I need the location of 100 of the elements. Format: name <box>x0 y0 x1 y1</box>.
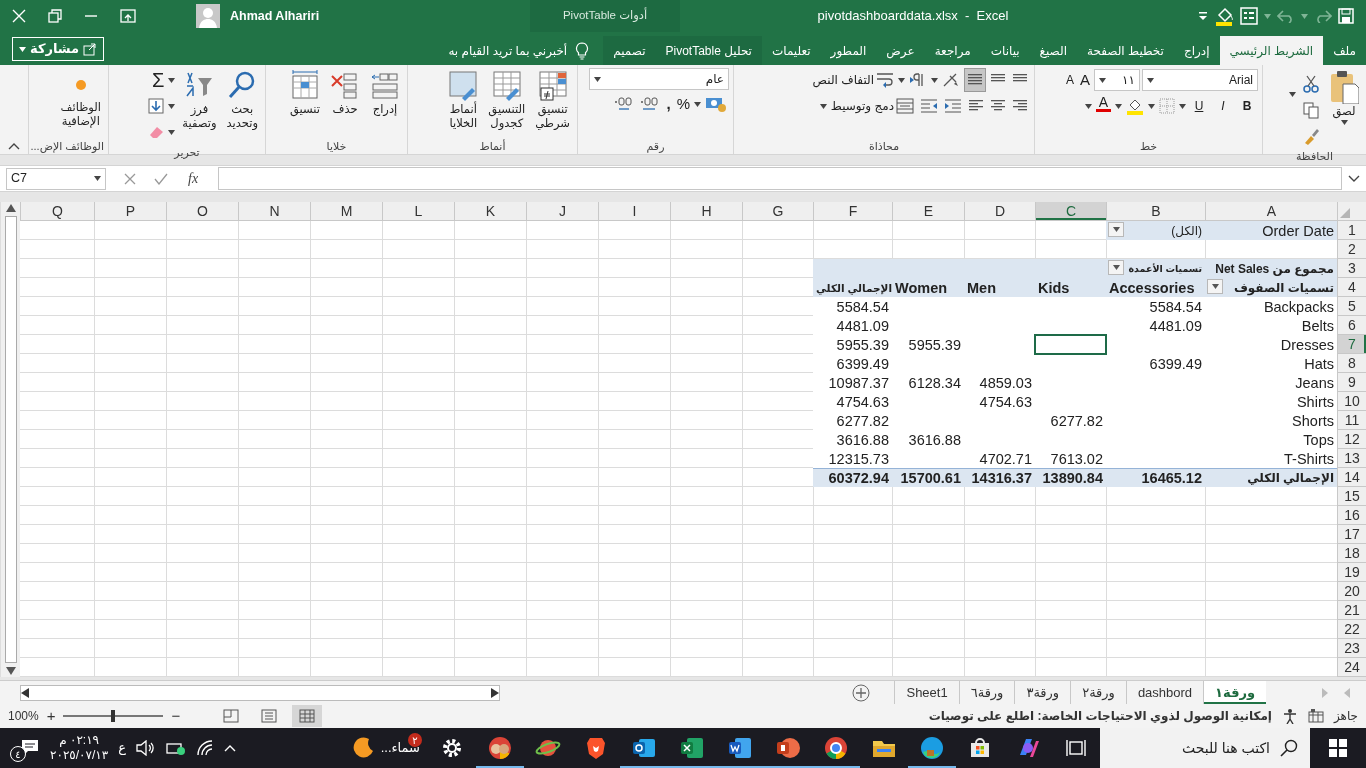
merge-center-button[interactable]: دمج وتوسيط <box>828 94 916 118</box>
row-header[interactable]: 4 <box>1337 278 1366 297</box>
taskbar-search-field[interactable]: اكتب هنا للبحث <box>1100 728 1310 768</box>
column-header[interactable]: L <box>382 202 454 221</box>
scroll-up-icon[interactable] <box>5 204 16 212</box>
format-cells-button[interactable]: تنسيق <box>287 68 323 118</box>
undo-icon[interactable] <box>1277 9 1295 23</box>
ribbon-tab[interactable]: تخطيط الصفحة <box>1077 36 1174 65</box>
row-header[interactable]: 21 <box>1337 601 1366 620</box>
notifications-button[interactable]: ٤ <box>10 732 40 764</box>
tell-me-text[interactable]: أخبرني بما تريد القيام به <box>448 41 568 60</box>
input-language[interactable]: ع <box>118 738 126 758</box>
customize-icon[interactable] <box>1198 11 1208 21</box>
column-header[interactable]: B <box>1106 202 1205 221</box>
ribbon-tab[interactable]: بيانات <box>980 36 1030 65</box>
caret-icon[interactable] <box>168 129 176 135</box>
grow-font-button[interactable]: A <box>1078 68 1092 92</box>
zoom-in-button[interactable]: + <box>46 704 56 728</box>
column-header[interactable]: F <box>813 202 892 221</box>
font-color-button[interactable]: A <box>1093 94 1113 118</box>
comma-style-button[interactable]: , <box>664 92 673 116</box>
filter-dropdown-button[interactable] <box>1207 279 1223 294</box>
row-header[interactable]: 16 <box>1337 506 1366 525</box>
column-header[interactable]: Q <box>20 202 94 221</box>
percent-button[interactable]: % <box>674 92 692 116</box>
caret-icon[interactable] <box>19 46 26 52</box>
ribbon-tab[interactable]: إدراج <box>1173 36 1220 65</box>
filter-dropdown-button[interactable] <box>1108 222 1124 237</box>
ribbon-tab[interactable]: الصيغ <box>1029 36 1077 65</box>
caret-icon[interactable] <box>931 77 938 83</box>
ribbon-tab[interactable]: ملف <box>1323 36 1366 65</box>
row-header[interactable]: 6 <box>1337 316 1366 335</box>
column-header[interactable]: I <box>598 202 670 221</box>
font-size-field[interactable]: ١١ <box>1094 69 1140 91</box>
weather-widget[interactable]: سماء...٢ <box>340 728 428 768</box>
expand-formula-icon[interactable] <box>1348 174 1360 183</box>
row-header[interactable]: 19 <box>1337 563 1366 582</box>
column-header[interactable]: G <box>742 202 813 221</box>
row-header[interactable]: 1 <box>1337 221 1366 240</box>
add-ins-button[interactable]: الوظائف الإضافية <box>57 68 104 130</box>
show-hidden-icons-icon[interactable] <box>224 744 236 752</box>
volume-icon[interactable] <box>136 740 156 756</box>
row-header[interactable]: 11 <box>1337 411 1366 430</box>
shrink-font-button[interactable]: A <box>1063 68 1076 92</box>
caret-icon[interactable] <box>898 77 905 83</box>
row-header[interactable]: 2 <box>1337 240 1366 259</box>
collapse-ribbon-icon[interactable] <box>8 142 20 150</box>
scroll-down-icon[interactable] <box>5 667 16 675</box>
ribbon-tab[interactable]: تصميم <box>603 36 656 65</box>
filter-dropdown-button[interactable] <box>1108 260 1124 275</box>
insert-function-button[interactable]: fx <box>186 166 201 191</box>
column-header[interactable]: H <box>670 202 742 221</box>
caret-icon[interactable] <box>1289 92 1296 97</box>
column-header[interactable]: K <box>454 202 526 221</box>
scroll-left-icon[interactable] <box>21 687 29 698</box>
ribbon-tab[interactable]: تحليل PivotTable <box>655 36 762 65</box>
caret-icon[interactable] <box>1179 103 1186 109</box>
column-header[interactable]: J <box>526 202 598 221</box>
caret-icon[interactable] <box>94 176 101 181</box>
align-bottom-button[interactable] <box>964 68 986 92</box>
cell-styles-button[interactable]: أنماط الخلايا <box>445 68 482 132</box>
share-button[interactable]: مشاركة <box>12 37 105 61</box>
format-as-table-button[interactable]: التنسيق كجدول <box>485 68 529 132</box>
ribbon-tab[interactable]: مراجعة <box>924 36 981 65</box>
accessibility-status[interactable]: إمكانية الوصول لذوي الاحتياجات الخاصة: اطلع على توصيات <box>928 707 1272 725</box>
ribbon-tab[interactable]: المطور <box>820 36 877 65</box>
column-header[interactable]: E <box>892 202 964 221</box>
sort-filter-button[interactable]: فرز وتصفية <box>179 68 220 132</box>
caret-icon[interactable] <box>694 101 701 107</box>
row-header[interactable]: 10 <box>1337 392 1366 411</box>
column-header[interactable]: C <box>1035 202 1106 221</box>
wrap-text-button[interactable]: التفاف النص <box>810 68 896 92</box>
ribbon-tab[interactable]: عرض <box>876 36 925 65</box>
add-sheet-icon[interactable] <box>852 683 871 702</box>
caret-icon[interactable] <box>168 77 176 83</box>
row-header[interactable]: 23 <box>1337 639 1366 658</box>
row-header[interactable]: 8 <box>1337 354 1366 373</box>
battery-icon[interactable] <box>166 741 186 755</box>
row-header[interactable]: 5 <box>1337 297 1366 316</box>
column-header[interactable]: M <box>310 202 382 221</box>
ribbon-tab[interactable]: الشريط الرئيسي <box>1219 36 1324 65</box>
restore-icon[interactable] <box>48 9 62 23</box>
bold-button[interactable]: B <box>1236 94 1258 118</box>
clock[interactable]: ٠٢:١٩ م ٢٠٢٥/٠٧/١٣ <box>50 733 109 763</box>
sheet-tab[interactable]: ورقة١ <box>1203 681 1266 704</box>
accessibility-icon[interactable] <box>1281 708 1298 724</box>
column-header[interactable]: O <box>166 202 238 221</box>
row-header[interactable]: 24 <box>1337 658 1366 677</box>
find-select-button[interactable]: بحث وتحديد <box>223 68 261 132</box>
row-header[interactable]: 14 <box>1337 468 1366 487</box>
column-header[interactable]: A <box>1205 202 1337 221</box>
scroll-right-icon[interactable] <box>491 687 499 698</box>
ribbon-display-icon[interactable] <box>120 9 136 23</box>
caret-icon[interactable] <box>168 103 176 109</box>
underline-button[interactable]: U <box>1188 94 1210 118</box>
cancel-icon[interactable] <box>124 172 136 185</box>
horizontal-scrollbar[interactable] <box>20 684 500 701</box>
row-header[interactable]: 13 <box>1337 449 1366 468</box>
caret-icon[interactable] <box>1147 77 1154 83</box>
number-format-field[interactable]: عام <box>589 68 729 90</box>
